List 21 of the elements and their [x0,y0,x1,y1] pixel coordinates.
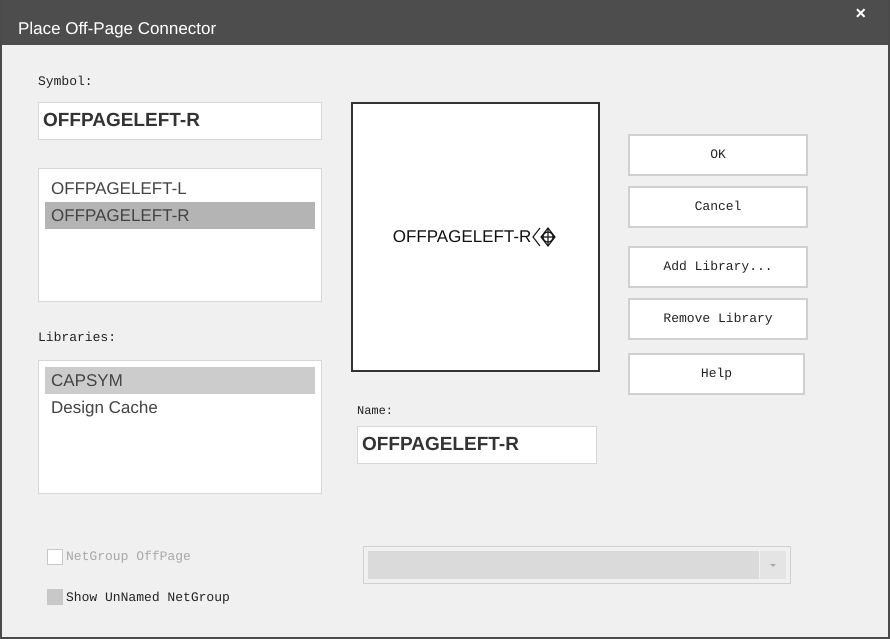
dialog-button[interactable]: Help [628,353,805,395]
list-item[interactable]: OFFPAGELEFT-R [45,202,315,229]
list-item[interactable]: OFFPAGELEFT-L [45,175,315,202]
dialog-button[interactable]: OK [628,134,808,176]
checkbox-label: NetGroup OffPage [66,548,191,566]
name-label: Name: [357,403,394,420]
list-item[interactable]: Design Cache [45,394,315,421]
libraries-label: Libraries: [38,329,118,346]
list-item[interactable]: CAPSYM [45,367,315,394]
dialog-button[interactable]: Cancel [628,186,808,228]
checkbox[interactable] [47,589,63,606]
dropdown-caret-icon [760,551,786,579]
close-button[interactable]: × [855,4,866,22]
dialog-button[interactable]: Remove Library [628,298,808,340]
symbol-label: Symbol: [38,73,94,90]
symbol-field[interactable]: OFFPAGELEFT-R [38,102,322,140]
name-field[interactable]: OFFPAGELEFT-R [357,426,597,464]
window-title: Place Off-Page Connector [18,18,216,40]
dialog-button[interactable]: Add Library... [628,246,808,288]
checkbox-label: Show UnNamed NetGroup [66,588,230,606]
preview-label: OFFPAGELEFT-R [392,226,532,248]
